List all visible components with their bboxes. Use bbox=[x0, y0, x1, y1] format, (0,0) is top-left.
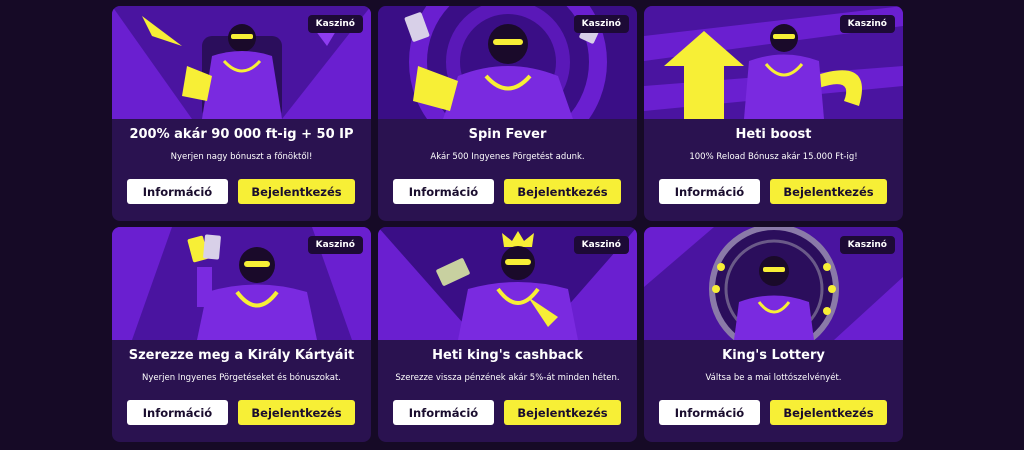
promo-title: Heti king's cashback bbox=[432, 348, 583, 363]
promo-title: Szerezze meg a Király Kártyáit bbox=[128, 348, 355, 363]
promo-description: 100% Reload Bónusz akár 15.000 Ft-ig! bbox=[689, 152, 858, 162]
info-button[interactable]: Információ bbox=[127, 400, 228, 425]
promo-card: Kaszinó Heti king's cashback Szerezze vi… bbox=[378, 227, 637, 442]
promo-card: Kaszinó Spin Fever Akár 500 Ingyenes Pör… bbox=[378, 6, 637, 221]
category-badge: Kaszinó bbox=[839, 236, 895, 254]
login-button[interactable]: Bejelentkezés bbox=[504, 400, 621, 425]
category-badge: Kaszinó bbox=[307, 15, 363, 33]
promo-title: King's Lottery bbox=[722, 348, 825, 363]
login-button[interactable]: Bejelentkezés bbox=[770, 179, 887, 204]
login-button[interactable]: Bejelentkezés bbox=[238, 400, 355, 425]
promo-title: 200% akár 90 000 ft-ig + 50 IP bbox=[129, 127, 354, 142]
promo-description: Váltsa be a mai lottószelvényét. bbox=[705, 373, 842, 383]
category-badge: Kaszinó bbox=[307, 236, 363, 254]
info-button[interactable]: Információ bbox=[659, 400, 760, 425]
info-button[interactable]: Információ bbox=[393, 179, 494, 204]
promo-description: Akár 500 Ingyenes Pörgetést adunk. bbox=[430, 152, 585, 162]
promo-description: Nyerjen nagy bónuszt a főnöktől! bbox=[170, 152, 313, 162]
promo-title: Heti boost bbox=[735, 127, 812, 142]
info-button[interactable]: Információ bbox=[393, 400, 494, 425]
promo-description: Nyerjen Ingyenes Pörgetéseket és bónuszo… bbox=[141, 373, 342, 383]
promo-card: Kaszinó King's Lottery Váltsa be a mai l… bbox=[644, 227, 903, 442]
promo-description: Szerezze vissza pénzének akár 5%-át mind… bbox=[395, 373, 620, 383]
category-badge: Kaszinó bbox=[573, 236, 629, 254]
promo-card: Kaszinó 200% akár 90 000 ft-ig + 50 IP N… bbox=[112, 6, 371, 221]
promo-card: Kaszinó Heti boost 100% Reload Bónusz ak… bbox=[644, 6, 903, 221]
login-button[interactable]: Bejelentkezés bbox=[504, 179, 621, 204]
promotions-grid: Kaszinó 200% akár 90 000 ft-ig + 50 IP N… bbox=[112, 6, 904, 442]
login-button[interactable]: Bejelentkezés bbox=[770, 400, 887, 425]
login-button[interactable]: Bejelentkezés bbox=[238, 179, 355, 204]
category-badge: Kaszinó bbox=[839, 15, 895, 33]
info-button[interactable]: Információ bbox=[659, 179, 760, 204]
info-button[interactable]: Információ bbox=[127, 179, 228, 204]
promo-title: Spin Fever bbox=[468, 127, 547, 142]
category-badge: Kaszinó bbox=[573, 15, 629, 33]
promo-card: Kaszinó Szerezze meg a Király Kártyáit N… bbox=[112, 227, 371, 442]
